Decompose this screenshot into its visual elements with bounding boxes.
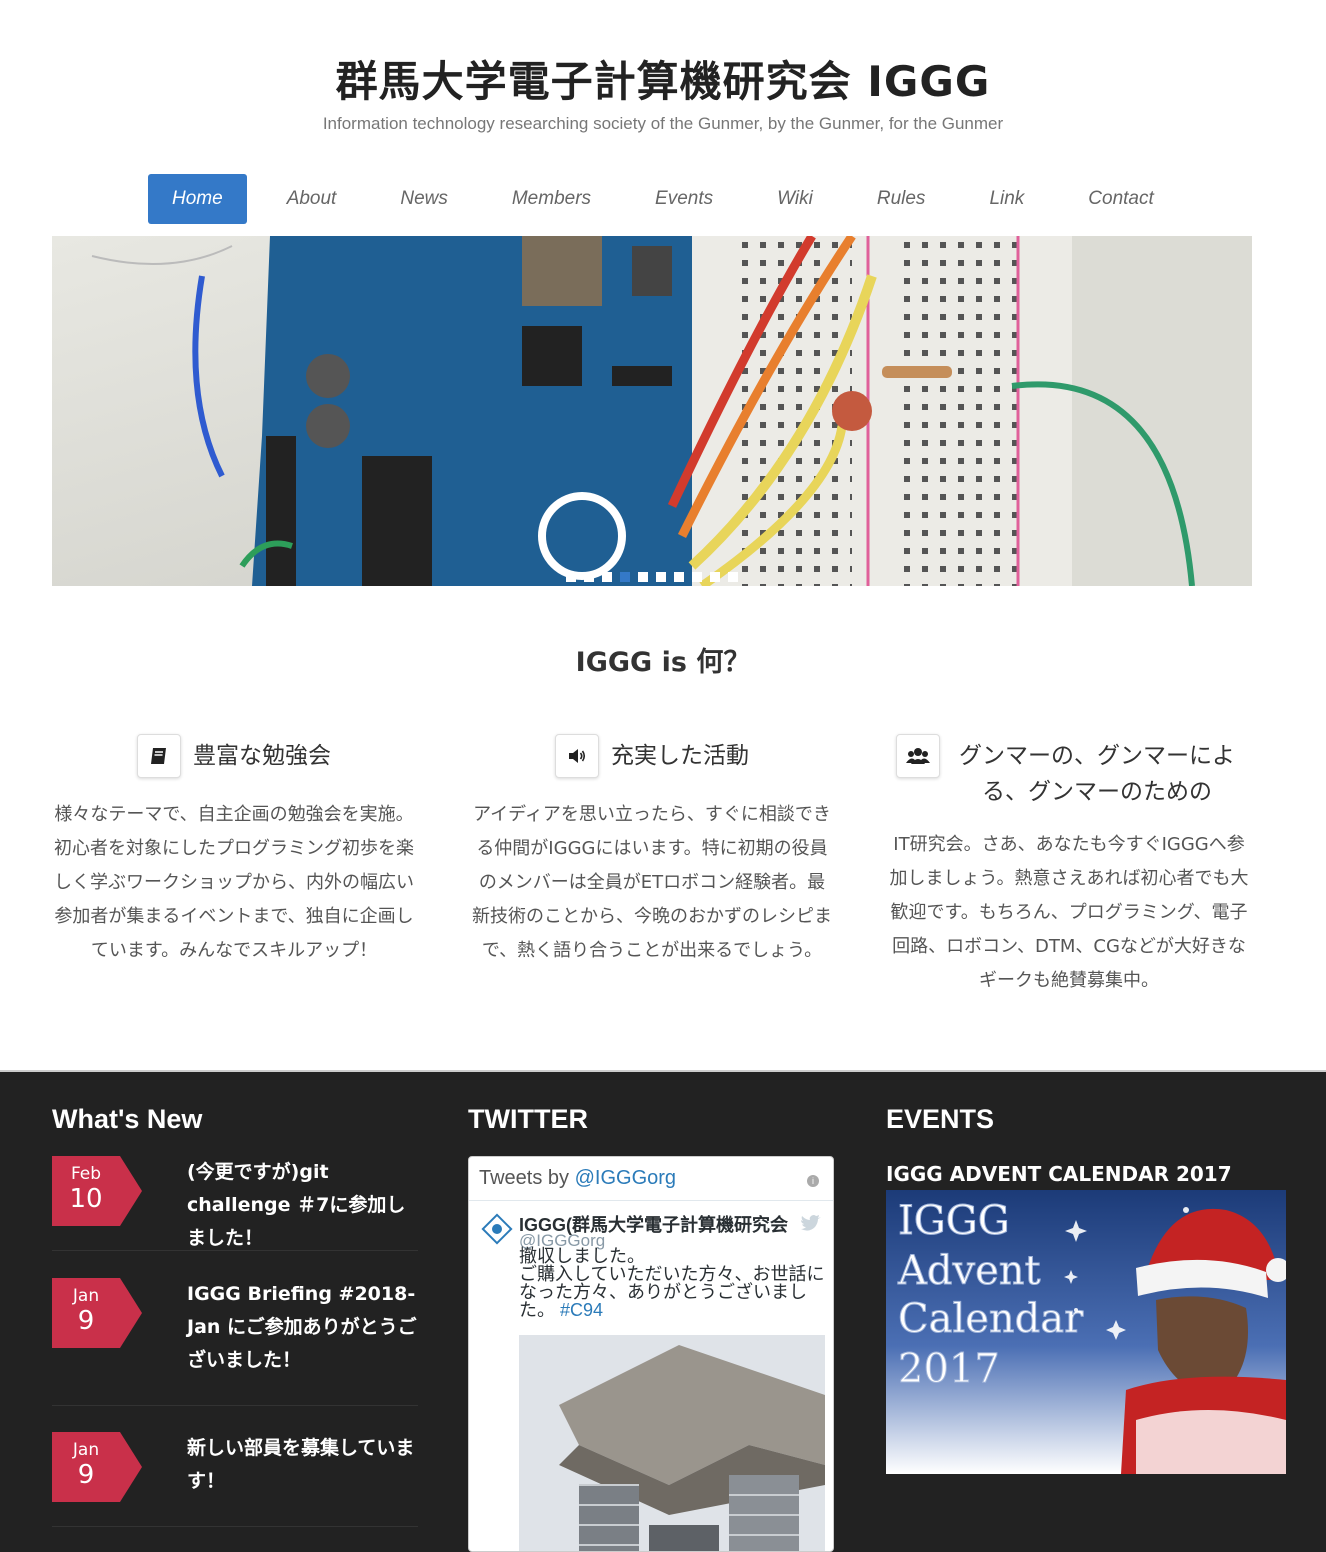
twitter-bird-icon[interactable] (801, 1215, 821, 1231)
book-icon (137, 734, 181, 778)
hashtag-link[interactable]: #C94 (560, 1300, 603, 1320)
date-badge: Jan 9 (52, 1278, 142, 1348)
nav-members[interactable]: Members (488, 174, 615, 224)
news-heading: What's New (52, 1104, 203, 1134)
event-title-link[interactable]: IGGG ADVENT CALENDAR 2017 (886, 1162, 1232, 1186)
slider-dot[interactable] (674, 572, 684, 582)
nav-news[interactable]: News (376, 174, 472, 224)
date-month: Jan (72, 1286, 100, 1306)
info-icon[interactable]: i (807, 1175, 819, 1187)
nav-contact[interactable]: Contact (1064, 174, 1177, 224)
nav-rules[interactable]: Rules (853, 174, 950, 224)
date-badge: Jan 9 (52, 1432, 142, 1502)
tweet-photo[interactable] (519, 1335, 825, 1552)
date-day: 9 (77, 1460, 95, 1490)
news-item[interactable]: Jan 9 IGGG Briefing #2018-Jan にご参加ありがとうご… (52, 1278, 418, 1406)
slider-dot[interactable] (692, 572, 702, 582)
slider-dot[interactable] (584, 572, 594, 582)
feature-body: IT研究会。さあ、あなたも今すぐIGGGへ参加しましょう。熱意さえあれば初心者で… (889, 834, 1249, 991)
twitter-heading: TWITTER (468, 1104, 588, 1134)
feature-activity: 充実した活動 アイディアを思い立ったら、すぐに相談できる仲間がIGGGにはいます… (470, 734, 834, 968)
twitter-timeline-widget[interactable]: Tweets by @IGGGorg i IGGG(群馬大学電子計算機研究会 @… (468, 1156, 834, 1552)
site-title[interactable]: 群馬大学電子計算機研究会 IGGG (0, 56, 1326, 108)
slide-photo-arduino (52, 236, 1252, 586)
nav-about[interactable]: About (263, 174, 361, 224)
advent-calendar-banner[interactable]: IGGG Advent Calendar 2017 (886, 1190, 1286, 1474)
feature-study: 豊富な勉強会 様々なテーマで、自主企画の勉強会を実施。初心者を対象にしたプログラ… (52, 734, 416, 968)
feature-gunmer: グンマーの、グンマーによる、グンマーのための IT研究会。さあ、あなたも今すぐI… (886, 734, 1252, 998)
slider-dot-active[interactable] (620, 572, 630, 582)
news-title-link[interactable]: 新しい部員を募集しています！ (187, 1432, 422, 1498)
slider-dot[interactable] (638, 572, 648, 582)
feature-body: アイディアを思い立ったら、すぐに相談できる仲間がIGGGにはいます。特に初期の役… (472, 804, 832, 961)
banner-line: IGGG (898, 1198, 1010, 1244)
twitter-widget-header: Tweets by @IGGGorg i (469, 1157, 833, 1201)
nav-home[interactable]: Home (148, 174, 247, 224)
slider-pagination (566, 572, 746, 582)
slider-dot[interactable] (602, 572, 612, 582)
events-heading: EVENTS (886, 1104, 995, 1134)
site-header: 群馬大学電子計算機研究会 IGGG Information technology… (0, 0, 1326, 134)
avatar[interactable] (481, 1213, 513, 1245)
banner-line: Calendar (898, 1296, 1084, 1342)
nav-link[interactable]: Link (965, 174, 1048, 224)
feature-title: グンマーの、グンマーによる、グンマーのための (959, 743, 1235, 805)
slider-dot[interactable] (656, 572, 666, 582)
about-title: IGGG is 何？ (575, 647, 751, 678)
main-nav: Home About News Members Events Wiki Rule… (148, 174, 1194, 224)
date-badge: Feb 10 (52, 1156, 142, 1226)
speaker-icon (555, 734, 599, 778)
news-title-link[interactable]: (今更ですが)git challenge ＃7に参加しました！ (187, 1156, 422, 1255)
feature-title: 充実した活動 (611, 743, 749, 769)
slider-dot[interactable] (566, 572, 576, 582)
tweet-text: 撤収しました。 ご購入していただいた方々、お世話になった方々、ありがとうございま… (519, 1247, 825, 1319)
banner-line: 2017 (898, 1346, 1000, 1392)
advent-banner-image: IGGG Advent Calendar 2017 (886, 1190, 1286, 1474)
users-icon (896, 734, 940, 778)
banner-line: Advent (897, 1248, 1041, 1294)
date-month: Jan (72, 1440, 100, 1460)
twitter-handle-link[interactable]: @IGGGorg (575, 1167, 676, 1189)
slider-dot[interactable] (710, 572, 720, 582)
nav-events[interactable]: Events (631, 174, 737, 224)
news-item[interactable]: Jan 9 新しい部員を募集しています！ (52, 1432, 418, 1527)
tweets-by-label: Tweets by (479, 1167, 575, 1189)
news-item[interactable]: Feb 10 (今更ですが)git challenge ＃7に参加しました！ (52, 1156, 418, 1251)
hero-slider[interactable] (52, 236, 1252, 586)
date-month: Feb (70, 1164, 102, 1184)
nav-wiki[interactable]: Wiki (753, 174, 837, 224)
date-day: 9 (77, 1306, 95, 1336)
slider-dot[interactable] (728, 572, 738, 582)
feature-title: 豊富な勉強会 (193, 743, 331, 769)
news-title-link[interactable]: IGGG Briefing #2018-Jan にご参加ありがとうございました！ (187, 1278, 422, 1377)
site-tagline: Information technology researching socie… (322, 114, 1004, 133)
date-day: 10 (69, 1184, 103, 1214)
feature-body: 様々なテーマで、自主企画の勉強会を実施。初心者を対象にしたプログラミング初歩を楽… (54, 804, 414, 961)
